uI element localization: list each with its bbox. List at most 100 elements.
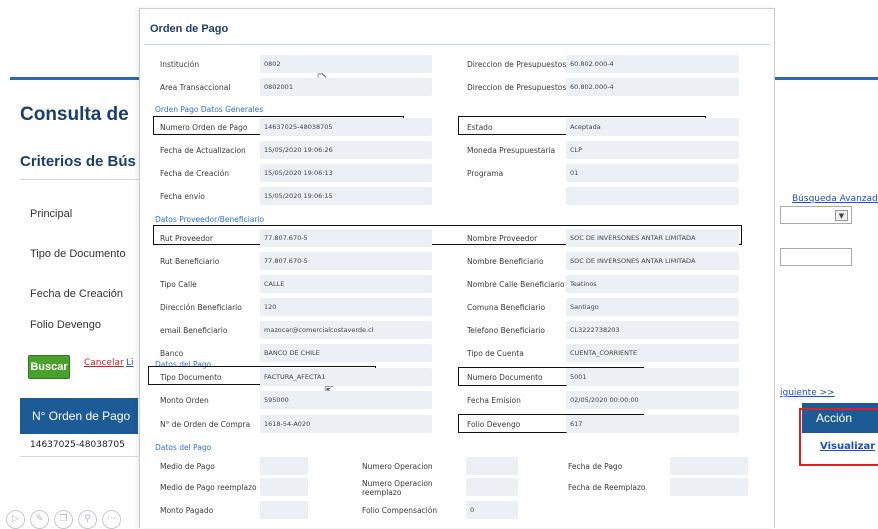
field-value: 01 bbox=[566, 164, 739, 182]
payment-field-label: Monto Pagado bbox=[160, 506, 214, 515]
column-header-order-number: N° Orden de Pago bbox=[20, 398, 138, 434]
field-label: Estado bbox=[467, 123, 493, 132]
field-label: Nombre Calle Beneficiario bbox=[467, 280, 565, 289]
field-label: Direccion de Presupuestos bbox=[467, 60, 567, 69]
field-label: Tipo Documento bbox=[160, 373, 222, 382]
field-value: CL3222738203 bbox=[566, 321, 739, 339]
filter-label-document-type: Tipo de Documento bbox=[30, 248, 126, 260]
field-label: Comuna Beneficiario bbox=[467, 303, 546, 312]
filter-label-folio: Folio Devengo bbox=[30, 319, 101, 331]
field-value: FACTURA_AFECTA1 bbox=[260, 368, 432, 386]
section-supplier: Datos Proveedor/Beneficiario bbox=[155, 215, 265, 224]
field-label: Institución bbox=[160, 60, 200, 69]
clear-link[interactable]: Li bbox=[126, 358, 134, 368]
section-general: Orden Pago Datos Generales bbox=[155, 105, 264, 114]
field-label: email Beneficiario bbox=[160, 326, 228, 335]
field-label: Rut Proveedor bbox=[160, 234, 213, 243]
field-value: 77.807.670-5 bbox=[260, 252, 432, 270]
payment-field-value bbox=[260, 478, 308, 496]
play-icon[interactable]: ▷ bbox=[6, 510, 25, 529]
field-label: Telefono Beneficiario bbox=[467, 326, 545, 335]
field-value: 5001 bbox=[566, 368, 739, 386]
field-label: Programa bbox=[467, 169, 504, 178]
field-value: 617 bbox=[566, 415, 739, 433]
field-value: 02/05/2020 00:00:00 bbox=[566, 391, 739, 409]
field-label: Rut Beneficiario bbox=[160, 257, 220, 266]
more-icon[interactable]: ⋯ bbox=[102, 510, 121, 529]
modal-title-divider bbox=[144, 44, 770, 45]
payment-field-value: 0 bbox=[466, 501, 518, 519]
payment-field-label: Medio de Pago bbox=[160, 462, 215, 471]
payment-field-value bbox=[466, 478, 518, 496]
payment-field-label: Folio Compensación bbox=[362, 506, 438, 515]
field-value: CUENTA_CORRIENTE bbox=[566, 344, 739, 362]
search-button[interactable]: Buscar bbox=[28, 355, 70, 379]
field-label: Numero Orden de Pago bbox=[160, 123, 248, 132]
section-payment-data-2: Datos del Pago bbox=[155, 443, 212, 452]
header-bar-right bbox=[775, 77, 878, 80]
field-label: Fecha de Creación bbox=[160, 169, 230, 178]
chevron-down-icon: ▼ bbox=[835, 210, 848, 221]
pen-icon[interactable]: ✎ bbox=[30, 510, 49, 529]
field-label: Nombre Proveedor bbox=[467, 234, 538, 243]
cancel-link[interactable]: Cancelar bbox=[84, 358, 124, 368]
field-value: 0802001 bbox=[260, 78, 432, 96]
zoom-icon[interactable]: ⚲ bbox=[78, 510, 97, 529]
advanced-search-link[interactable]: Búsqueda Avanzada bbox=[792, 194, 878, 204]
field-label: Tipo Calle bbox=[160, 280, 197, 289]
criteria-title: Criterios de Bús bbox=[20, 153, 136, 170]
field-label: Direccion de Presupuestos bbox=[467, 83, 567, 92]
field-value: 14637025-48038705 bbox=[260, 118, 432, 136]
field-value: 1618-54-A020 bbox=[260, 415, 432, 433]
modal-title: Orden de Pago bbox=[150, 23, 229, 35]
header-bar-left bbox=[10, 77, 140, 80]
filter-label-principal: Principal bbox=[30, 208, 73, 220]
field-label: Numero Documento bbox=[467, 373, 543, 382]
table-row-order-number: 14637025-48038705 bbox=[30, 440, 125, 450]
field-label: Nombre Beneficiario bbox=[467, 257, 544, 266]
field-value: 595000 bbox=[260, 391, 432, 409]
payment-order-modal: Orden de Pago Orden Pago Datos Generales… bbox=[139, 8, 775, 528]
criteria-divider bbox=[20, 179, 140, 180]
viewer-controls: ▷ ✎ ❐ ⚲ ⋯ bbox=[6, 510, 121, 529]
payment-field-value bbox=[260, 501, 308, 519]
payment-field-label: Medio de Pago reemplazo bbox=[160, 483, 257, 492]
payment-field-label: Fecha de Reemplazo bbox=[568, 483, 646, 492]
payment-field-value bbox=[670, 457, 748, 475]
copy-icon[interactable]: ❐ bbox=[54, 510, 73, 529]
payment-field-label: Numero Operacion reemplazo bbox=[362, 479, 433, 497]
field-label: Tipo de Cuenta bbox=[467, 349, 524, 358]
field-value: Santiago bbox=[566, 298, 739, 316]
principal-select[interactable]: ▼ bbox=[780, 206, 852, 224]
field-value: 60.802.000-4 bbox=[566, 55, 739, 73]
table-row-divider bbox=[20, 456, 138, 457]
field-label: Fecha envío bbox=[160, 192, 205, 201]
field-value: 15/05/2020 19:06:26 bbox=[260, 141, 432, 159]
field-label: Dirección Beneficiario bbox=[160, 303, 242, 312]
field-value: SOC DE INVERSONES ANTAR LIMITADA bbox=[566, 229, 739, 247]
field-label: Monto Orden bbox=[160, 396, 209, 405]
field-value: 15/05/2020 19:06:13 bbox=[260, 164, 432, 182]
field-value: CLP bbox=[566, 141, 739, 159]
payment-field-value bbox=[670, 478, 748, 496]
field-label: Moneda Presupuestaria bbox=[467, 146, 556, 155]
document-type-input[interactable] bbox=[780, 248, 852, 266]
field-label: N° de Orden de Compra bbox=[160, 420, 251, 429]
field-value: 60.802.000-4 bbox=[566, 78, 739, 96]
page-title: Consulta de bbox=[20, 104, 129, 125]
field-value: SOC DE INVERSONES ANTAR LIMITADA bbox=[566, 252, 739, 270]
field-value: 15/05/2020 19:06:15 bbox=[260, 187, 432, 205]
field-value: 77.807.670-5 bbox=[260, 229, 432, 247]
field-value: Teatinos bbox=[566, 275, 739, 293]
next-page-link[interactable]: iguiente >> bbox=[780, 388, 835, 398]
field-label: Fecha de Actualizacion bbox=[160, 146, 246, 155]
field-label: Area Transaccional bbox=[160, 83, 231, 92]
action-highlight-box bbox=[799, 408, 878, 466]
field-value: 120 bbox=[260, 298, 432, 316]
field-label: Fecha Emision bbox=[467, 396, 521, 405]
field-label: Folio Devengo bbox=[467, 420, 521, 429]
field-value: 0802 bbox=[260, 55, 432, 73]
payment-field-label: Numero Operacion bbox=[362, 462, 433, 471]
field-value: CALLE bbox=[260, 275, 432, 293]
field-value: Aceptada bbox=[566, 118, 739, 136]
